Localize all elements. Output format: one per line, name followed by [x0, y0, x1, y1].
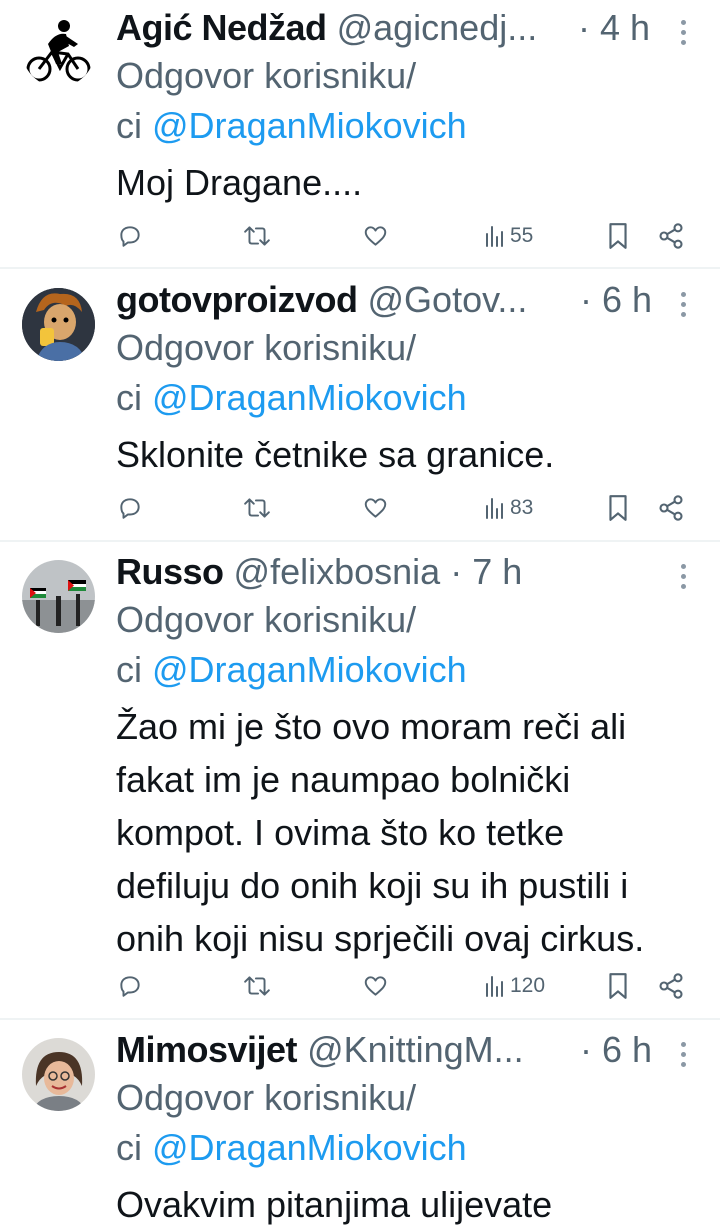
- reply-mention-link[interactable]: @DraganMiokovich: [152, 377, 467, 418]
- reply-label: Odgovor korisniku/: [116, 327, 417, 368]
- timestamp[interactable]: · 7 h: [450, 551, 522, 592]
- bookmark-icon[interactable]: [607, 488, 629, 528]
- tweet-text: Ovakvim pitanjima ulijevate: [116, 1184, 553, 1225]
- reply-label: ci: [116, 649, 142, 690]
- retweet-icon[interactable]: [243, 488, 271, 528]
- more-options-icon[interactable]: [680, 292, 688, 322]
- tweet-text-line: fakat im je naumpao bolnički: [116, 759, 571, 800]
- divider: [0, 1018, 720, 1020]
- views-button[interactable]: 55: [483, 216, 533, 256]
- bookmark-icon[interactable]: [607, 966, 629, 1006]
- reply-label: Odgovor korisniku/: [116, 1077, 417, 1118]
- author-name[interactable]: Mimosvijet: [116, 1029, 298, 1070]
- timestamp[interactable]: · 6 h: [580, 1026, 652, 1074]
- timestamp[interactable]: · 4 h: [578, 4, 650, 52]
- tweet[interactable]: Agić Nedžad @agicnedj... · 4 h Odgovor k…: [0, 0, 720, 268]
- reply-label: ci: [116, 105, 142, 146]
- share-icon[interactable]: [657, 966, 685, 1006]
- more-options-icon[interactable]: [680, 564, 688, 594]
- like-icon[interactable]: [362, 966, 389, 1006]
- tweet-text: Moj Dragane....: [116, 162, 363, 203]
- reply-context: Odgovor korisniku/: [116, 50, 416, 102]
- author-handle[interactable]: @felixbosnia: [234, 551, 441, 592]
- tweet-text: Žao mi je što ovo moram reči ali fakat i…: [116, 700, 706, 965]
- views-button[interactable]: 83: [483, 488, 533, 528]
- avatar[interactable]: [22, 1038, 95, 1111]
- tweet[interactable]: gotovproizvod @Gotov... · 6 h Odgovor ko…: [0, 272, 720, 540]
- author-name[interactable]: gotovproizvod: [116, 279, 358, 320]
- like-icon[interactable]: [362, 216, 389, 256]
- retweet-icon[interactable]: [243, 216, 271, 256]
- avatar[interactable]: [22, 14, 95, 87]
- timestamp[interactable]: · 6 h: [580, 276, 652, 324]
- share-icon[interactable]: [657, 216, 685, 256]
- reply-context: Odgovor korisniku/: [116, 1072, 416, 1124]
- reply-icon[interactable]: [117, 216, 143, 256]
- reply-context: ci @DraganMiokovich: [116, 372, 467, 424]
- author-handle[interactable]: @Gotov...: [368, 279, 528, 320]
- reply-icon[interactable]: [117, 488, 143, 528]
- views-icon: [486, 226, 503, 247]
- reply-mention-link[interactable]: @DraganMiokovich: [152, 1127, 467, 1168]
- more-options-icon[interactable]: [680, 20, 688, 50]
- views-button[interactable]: 120: [483, 966, 545, 1006]
- divider: [0, 267, 720, 269]
- reply-label: Odgovor korisniku/: [116, 55, 417, 96]
- more-options-icon[interactable]: [680, 1042, 688, 1072]
- author-name[interactable]: Russo: [116, 551, 224, 592]
- divider: [0, 540, 720, 542]
- woman-portrait-avatar: [22, 1038, 95, 1111]
- reply-context: Odgovor korisniku/: [116, 594, 416, 646]
- like-icon[interactable]: [362, 488, 389, 528]
- reply-context: ci @DraganMiokovich: [116, 100, 467, 152]
- reply-context: ci @DraganMiokovich: [116, 1122, 467, 1174]
- views-count: 120: [510, 974, 546, 997]
- author-handle[interactable]: @KnittingM...: [307, 1029, 524, 1070]
- bookmark-icon[interactable]: [607, 216, 629, 256]
- avatar[interactable]: [22, 560, 95, 633]
- tweet-text-line: kompot. I ovima što ko tetke: [116, 812, 565, 853]
- tweet[interactable]: Russo @felixbosnia · 7 h Odgovor korisni…: [0, 544, 720, 1018]
- views-count: 55: [510, 224, 534, 247]
- views-count: 83: [510, 496, 534, 519]
- flags-crowd-avatar: [22, 560, 95, 633]
- views-icon: [486, 976, 503, 997]
- tweet-text-line: onih koji nisu sprječili ovaj cirkus.: [116, 918, 645, 959]
- reply-mention-link[interactable]: @DraganMiokovich: [152, 105, 467, 146]
- avatar[interactable]: [22, 288, 95, 361]
- views-icon: [486, 498, 503, 519]
- reply-label: Odgovor korisniku/: [116, 599, 417, 640]
- share-icon[interactable]: [657, 488, 685, 528]
- tweet-text: Sklonite četnike sa granice.: [116, 434, 555, 475]
- author-name[interactable]: Agić Nedžad: [116, 7, 327, 48]
- reply-context: Odgovor korisniku/: [116, 322, 416, 374]
- reply-label: ci: [116, 1127, 142, 1168]
- reply-context: ci @DraganMiokovich: [116, 644, 467, 696]
- tweet-text-line: Žao mi je što ovo moram reči ali: [116, 706, 627, 747]
- cartoon-character-avatar: [22, 288, 95, 361]
- tweet[interactable]: Mimosvijet @KnittingM... · 6 h Odgovor k…: [0, 1022, 720, 1227]
- tweet-text-line: defiluju do onih koji su ih pustili i: [116, 865, 629, 906]
- reply-icon[interactable]: [117, 966, 143, 1006]
- author-handle[interactable]: @agicnedj...: [337, 7, 538, 48]
- reply-label: ci: [116, 377, 142, 418]
- cyclist-icon: [26, 20, 91, 82]
- retweet-icon[interactable]: [243, 966, 271, 1006]
- reply-mention-link[interactable]: @DraganMiokovich: [152, 649, 467, 690]
